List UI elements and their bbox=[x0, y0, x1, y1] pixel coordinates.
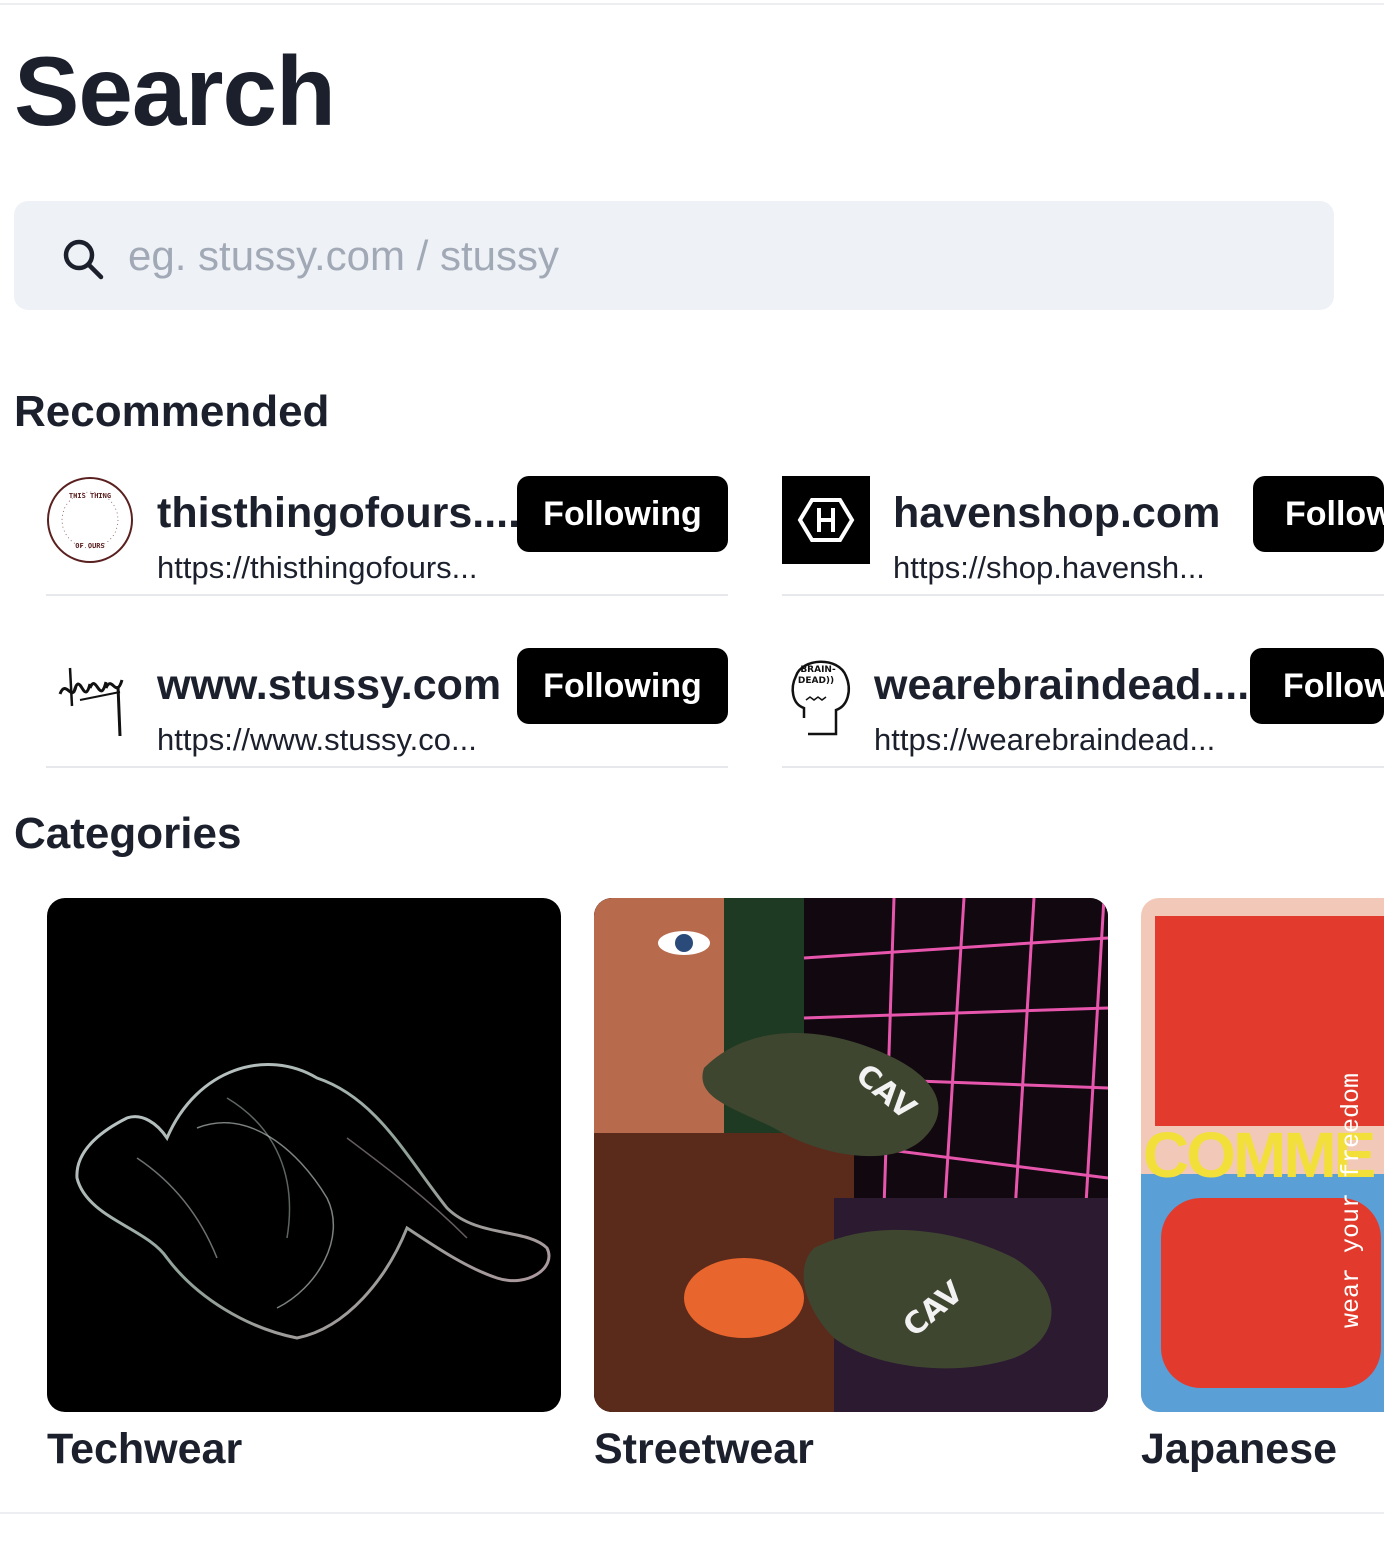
shop-item-braindead[interactable]: BRAIN- DEAD)) wearebraindead.... https:/… bbox=[782, 648, 1384, 768]
following-button[interactable]: Following bbox=[1250, 648, 1384, 724]
wear-your-freedom-text: wear your freedom bbox=[1337, 1072, 1366, 1328]
shop-item-thisthingofours[interactable]: THIS THING OF OURS thisthingofours.... h… bbox=[46, 476, 728, 596]
search-bar[interactable] bbox=[14, 201, 1334, 310]
following-button[interactable]: Following bbox=[517, 476, 728, 552]
japanese-image: COMME de wear your freedom bbox=[1141, 898, 1384, 1412]
svg-text:BRAIN-: BRAIN- bbox=[800, 665, 836, 675]
category-card-japanese[interactable]: COMME de wear your freedom Japanese bbox=[1141, 898, 1384, 1474]
category-label: Techwear bbox=[47, 1425, 243, 1473]
mesh-jacket-icon bbox=[75, 1063, 551, 1340]
havenshop-logo-icon bbox=[782, 476, 870, 564]
following-button[interactable]: Following bbox=[517, 648, 728, 724]
svg-text:THIS THING: THIS THING bbox=[69, 492, 111, 500]
category-label: Streetwear bbox=[594, 1425, 814, 1473]
category-card-streetwear[interactable]: CAV CAV Streetwear bbox=[594, 898, 1108, 1474]
search-input[interactable] bbox=[128, 201, 1318, 310]
shop-name: www.stussy.com bbox=[157, 661, 502, 709]
following-button[interactable]: Following bbox=[1253, 476, 1384, 552]
page-title: Search bbox=[14, 36, 336, 146]
bottom-divider bbox=[0, 1512, 1384, 1514]
shop-url: https://shop.havensh... bbox=[893, 550, 1205, 585]
techwear-image bbox=[47, 898, 561, 1412]
shop-name: havenshop.com bbox=[893, 489, 1221, 537]
category-card-techwear[interactable]: Techwear bbox=[47, 898, 561, 1474]
category-label: Japanese bbox=[1141, 1425, 1338, 1473]
shop-url: https://wearebraindead... bbox=[874, 722, 1216, 757]
recommended-title: Recommended bbox=[14, 387, 330, 436]
search-icon bbox=[63, 239, 104, 280]
shop-url: https://www.stussy.co... bbox=[157, 722, 477, 757]
shop-item-stussy[interactable]: www.stussy.com https://www.stussy.co... … bbox=[46, 648, 728, 768]
svg-text:OF OURS: OF OURS bbox=[75, 542, 105, 550]
shop-url: https://thisthingofours... bbox=[157, 550, 478, 585]
shop-name: wearebraindead.... bbox=[874, 661, 1250, 709]
top-divider bbox=[0, 3, 1384, 5]
streetwear-image: CAV CAV bbox=[594, 898, 1108, 1412]
categories-title: Categories bbox=[14, 809, 242, 858]
shop-name: thisthingofours.... bbox=[157, 489, 521, 537]
braindead-logo-icon: BRAIN- DEAD)) bbox=[791, 660, 850, 736]
shop-item-havenshop[interactable]: havenshop.com https://shop.havensh... Fo… bbox=[782, 476, 1384, 596]
thisthingofours-logo-icon: THIS THING OF OURS bbox=[47, 477, 133, 563]
stussy-logo-icon bbox=[58, 667, 124, 736]
streetwear-collage-icon: CAV CAV bbox=[594, 898, 1108, 1412]
svg-text:DEAD)): DEAD)) bbox=[798, 676, 834, 686]
